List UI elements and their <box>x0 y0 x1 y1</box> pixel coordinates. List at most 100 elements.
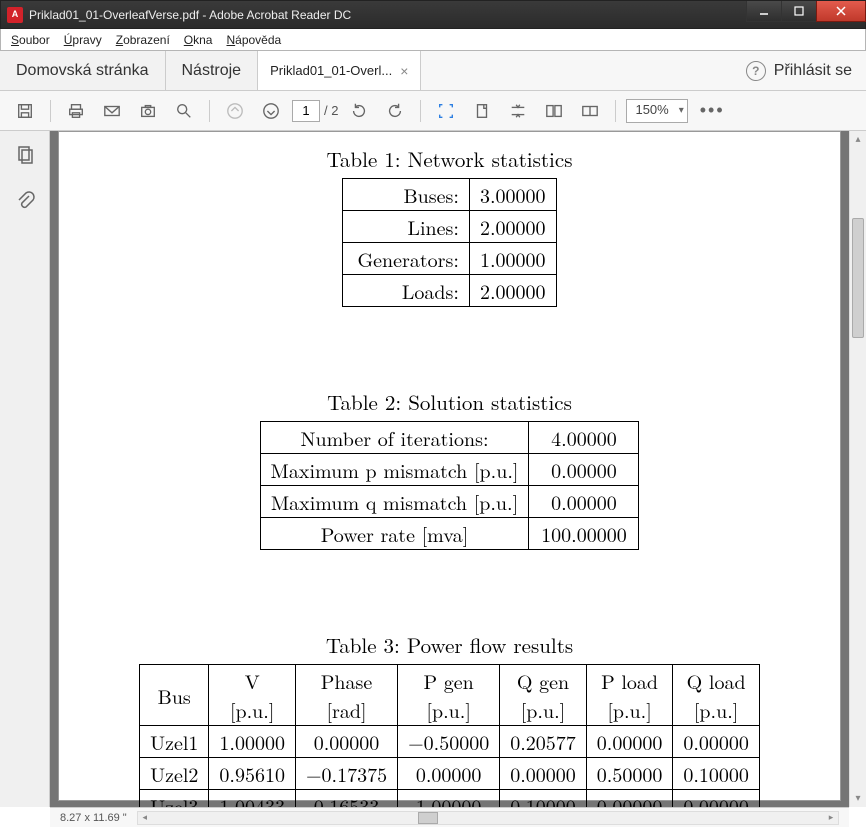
cell-bus: Uzel2 <box>140 758 209 790</box>
page-number-box: / 2 <box>292 100 338 122</box>
menu-nápověda[interactable]: Nápověda <box>220 31 287 49</box>
cell-label: Generators: <box>343 243 469 275</box>
window-close-button[interactable] <box>816 1 866 22</box>
cell-value: 0.00000 <box>529 454 639 486</box>
tab-tools[interactable]: Nástroje <box>166 51 259 90</box>
table-row: Generators:1.00000 <box>343 243 556 275</box>
document-viewport[interactable]: Table 1: Network statistics Buses:3.0000… <box>50 131 849 807</box>
cell-value: 1.00000 <box>469 243 556 275</box>
page-display-icon[interactable] <box>467 96 497 126</box>
column-header: Bus <box>140 665 209 726</box>
page-total-label: / 2 <box>324 103 338 118</box>
cell-value: 0.00000 <box>673 726 760 758</box>
table-header-row: BusV[p.u.]Phase[rad]P gen[p.u.]Q gen[p.u… <box>140 665 760 726</box>
table-row: Maximum q mismatch [p.u.]0.00000 <box>260 486 639 518</box>
cell-value: 4.00000 <box>529 422 639 454</box>
zoom-select[interactable]: 150% <box>626 99 687 123</box>
pages-panel-icon[interactable] <box>15 145 35 168</box>
cell-value: 3.00000 <box>469 179 556 211</box>
cell-value: 1.00000 <box>398 790 500 808</box>
menubar: SouborÚpravyZobrazeníOknaNápověda <box>0 29 866 51</box>
hscroll-thumb[interactable] <box>418 812 438 824</box>
column-header: Q gen[p.u.] <box>500 665 587 726</box>
table1: Buses:3.00000Lines:2.00000Generators:1.0… <box>342 178 556 307</box>
prev-page-icon[interactable] <box>220 96 250 126</box>
menu-okna[interactable]: Okna <box>178 31 219 49</box>
scroll-thumb[interactable] <box>852 218 864 338</box>
save-icon[interactable] <box>10 96 40 126</box>
table3-caption: Table 3: Power flow results <box>59 630 840 660</box>
column-header: V[p.u.] <box>209 665 296 726</box>
cell-label: Number of iterations: <box>260 422 529 454</box>
cell-label: Maximum p mismatch [p.u.] <box>260 454 529 486</box>
help-icon[interactable]: ? <box>746 61 766 81</box>
attachments-panel-icon[interactable] <box>15 190 35 213</box>
window-minimize-button[interactable] <box>746 1 782 22</box>
cell-value: 0.95610 <box>209 758 296 790</box>
sign-in-button[interactable]: Přihlásit se <box>774 62 852 80</box>
mail-icon[interactable] <box>97 96 127 126</box>
menu-úpravy[interactable]: Úpravy <box>58 31 108 49</box>
vertical-scrollbar[interactable]: ▴ ▾ <box>849 131 866 807</box>
table1-caption: Table 1: Network statistics <box>59 144 840 174</box>
table-row: Uzel20.95610−0.173750.000000.000000.5000… <box>140 758 760 790</box>
tab-close-icon[interactable]: × <box>400 63 408 79</box>
cell-value: 0.50000 <box>586 758 673 790</box>
table2-caption: Table 2: Solution statistics <box>59 387 840 417</box>
read-mode-icon[interactable] <box>575 96 605 126</box>
print-icon[interactable] <box>61 96 91 126</box>
cell-value: 0.10000 <box>500 790 587 808</box>
hscroll-right-icon[interactable]: ▸ <box>824 812 838 824</box>
page-number-input[interactable] <box>292 100 320 122</box>
window-titlebar: A Priklad01_01-OverleafVerse.pdf - Adobe… <box>0 0 866 29</box>
next-page-icon[interactable] <box>256 96 286 126</box>
scroll-down-icon[interactable]: ▾ <box>850 790 866 807</box>
scroll-track[interactable] <box>850 148 866 790</box>
cell-value: 0.20577 <box>500 726 587 758</box>
rotate-cw-icon[interactable] <box>380 96 410 126</box>
snapshot-icon[interactable] <box>133 96 163 126</box>
menu-zobrazení[interactable]: Zobrazení <box>110 31 176 49</box>
fit-width-icon[interactable] <box>431 96 461 126</box>
page-size-label: 8.27 x 11.69 " <box>60 812 127 824</box>
cell-label: Buses: <box>343 179 469 211</box>
menu-soubor[interactable]: Soubor <box>5 31 56 49</box>
cell-label: Power rate [mva] <box>260 518 529 550</box>
table-row: Uzel11.000000.00000−0.500000.205770.0000… <box>140 726 760 758</box>
table-row: Maximum p mismatch [p.u.]0.00000 <box>260 454 639 486</box>
cell-value: 2.00000 <box>469 275 556 307</box>
scroll-up-icon[interactable]: ▴ <box>850 131 866 148</box>
rotate-ccw-icon[interactable] <box>344 96 374 126</box>
more-tools-icon[interactable]: ••• <box>694 100 731 121</box>
left-panel-rail <box>0 131 50 807</box>
status-bar: 8.27 x 11.69 " ◂ ▸ <box>50 807 849 827</box>
table3: BusV[p.u.]Phase[rad]P gen[p.u.]Q gen[p.u… <box>139 664 760 807</box>
tab-document[interactable]: Priklad01_01-Overl... × <box>258 51 421 90</box>
cell-bus: Uzel3 <box>140 790 209 808</box>
cell-value: 1.00433 <box>209 790 296 808</box>
cell-value: −0.17375 <box>295 758 397 790</box>
cell-value: 0.16533 <box>295 790 397 808</box>
cell-value: 0.00000 <box>398 758 500 790</box>
table-row: Power rate [mva]100.00000 <box>260 518 639 550</box>
table2: Number of iterations:4.00000Maximum p mi… <box>260 421 640 550</box>
cell-value: 1.00000 <box>209 726 296 758</box>
cell-value: 0.10000 <box>673 758 760 790</box>
cell-value: 2.00000 <box>469 211 556 243</box>
cell-label: Maximum q mismatch [p.u.] <box>260 486 529 518</box>
cell-value: 100.00000 <box>529 518 639 550</box>
table-row: Buses:3.00000 <box>343 179 556 211</box>
horizontal-scrollbar[interactable]: ◂ ▸ <box>137 811 839 825</box>
tab-home[interactable]: Domovská stránka <box>0 51 166 90</box>
column-header: P load[p.u.] <box>586 665 673 726</box>
cell-label: Loads: <box>343 275 469 307</box>
fit-page-icon[interactable] <box>503 96 533 126</box>
two-page-icon[interactable] <box>539 96 569 126</box>
window-maximize-button[interactable] <box>781 1 817 22</box>
hscroll-left-icon[interactable]: ◂ <box>138 812 152 824</box>
table-row: Uzel31.004330.165331.000000.100000.00000… <box>140 790 760 808</box>
search-icon[interactable] <box>169 96 199 126</box>
column-header: Q load[p.u.] <box>673 665 760 726</box>
table-row: Loads:2.00000 <box>343 275 556 307</box>
cell-bus: Uzel1 <box>140 726 209 758</box>
